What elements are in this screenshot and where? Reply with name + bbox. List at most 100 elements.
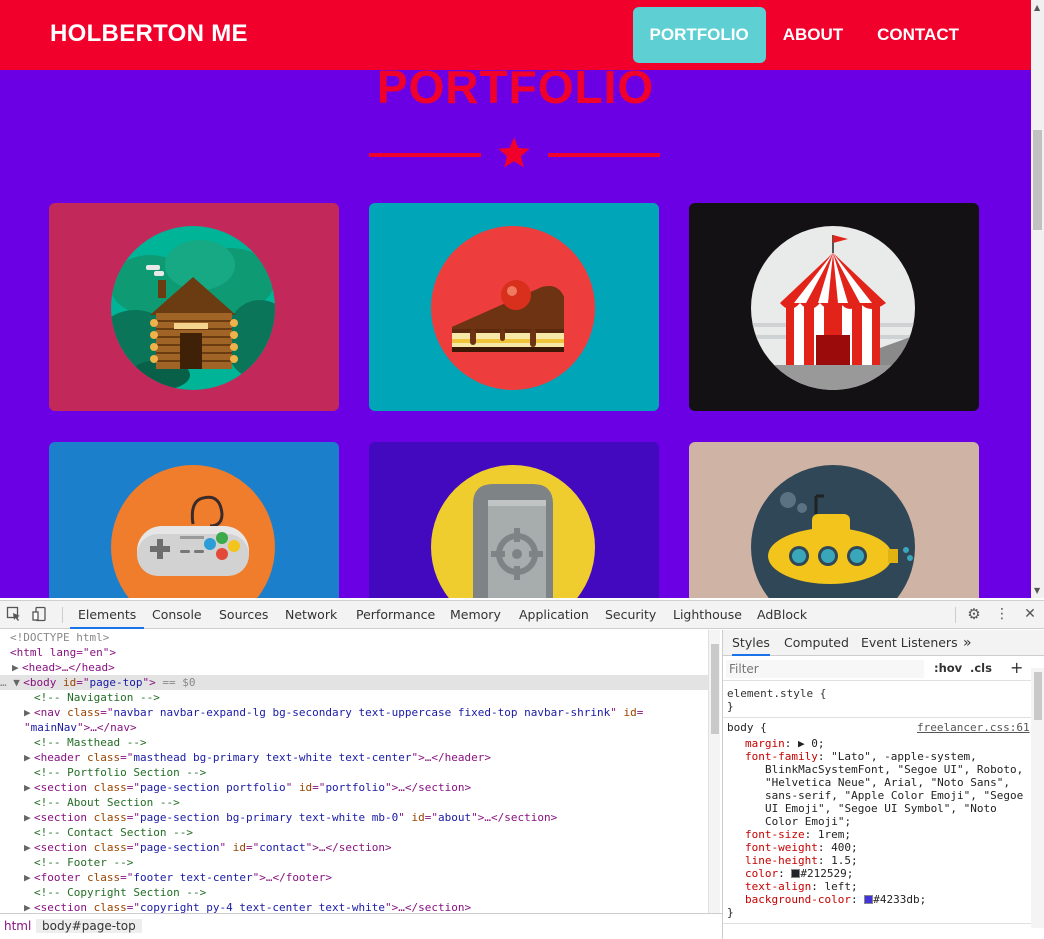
dom-comment-portfolio[interactable]: <!-- Portfolio Section -->	[34, 765, 206, 780]
font-weight-value: 400;	[831, 841, 858, 854]
expand-triangle-icon[interactable]: ▶	[24, 705, 34, 720]
dom-footer[interactable]: ▶ <footer class="footer text-center">…</f…	[24, 870, 332, 885]
collapse-triangle-icon[interactable]: ▼	[13, 675, 23, 690]
doctype-text: <!DOCTYPE html>	[10, 631, 110, 644]
body-rule-close: }	[727, 906, 734, 919]
rule-separator	[723, 717, 1033, 718]
prop-font-size[interactable]: font-size: 1rem;	[745, 828, 851, 841]
portfolio-class-value: page-section portfolio	[139, 781, 286, 794]
prop-text-align[interactable]: text-align: left;	[745, 880, 858, 893]
dom-comment-copyright[interactable]: <!-- Copyright Section -->	[34, 885, 206, 900]
font-size-value: 1rem;	[817, 828, 851, 841]
cake-icon	[431, 226, 595, 390]
dom-comment-about[interactable]: <!-- About Section -->	[34, 795, 180, 810]
comment-text: <!-- Masthead -->	[34, 736, 147, 749]
dom-section-contact[interactable]: ▶ <section class="page-section" id="conta…	[24, 840, 392, 855]
portfolio-item-cabin[interactable]	[49, 203, 339, 411]
elements-scrollbar-thumb[interactable]	[711, 644, 719, 734]
breadcrumb-html[interactable]: html	[4, 919, 31, 933]
font-family-cont-3: sans-serif, "Apple Color Emoji", "Segoe	[765, 789, 1024, 802]
brand-link[interactable]: HOLBERTON ME	[50, 20, 248, 48]
dom-nav-cont[interactable]: "mainNav">…</nav>	[24, 720, 137, 735]
tab-network[interactable]: Network	[285, 601, 337, 629]
tab-console[interactable]: Console	[152, 601, 202, 629]
tab-event-listeners[interactable]: Event Listeners	[861, 630, 958, 656]
elements-scrollbar[interactable]	[708, 630, 720, 913]
background-color-swatch[interactable]	[864, 895, 874, 904]
tab-memory[interactable]: Memory	[450, 601, 501, 629]
nav-link-portfolio[interactable]: PORTFOLIO	[632, 7, 766, 63]
expand-triangle-icon[interactable]: ▶	[12, 660, 22, 675]
inspect-element-icon[interactable]	[6, 606, 22, 622]
styles-scrollbar[interactable]	[1031, 668, 1044, 928]
tab-lighthouse[interactable]: Lighthouse	[673, 601, 742, 629]
styles-scrollbar-thumb[interactable]	[1034, 672, 1042, 720]
body-rule-selector[interactable]: body {	[727, 721, 767, 734]
dom-comment-navigation[interactable]: <!-- Navigation -->	[34, 690, 160, 705]
styles-filter-input[interactable]	[726, 660, 924, 678]
dom-head[interactable]: ▶ <head>…</head>	[12, 660, 115, 675]
tab-styles[interactable]: Styles	[732, 630, 770, 656]
header-class-value: masthead bg-primary text-white text-cent…	[133, 751, 412, 764]
expand-triangle-icon[interactable]: ▶	[24, 750, 34, 765]
margin-value: 0;	[811, 737, 825, 750]
dom-section-portfolio[interactable]: ▶ <section class="page-section portfolio"…	[24, 780, 471, 795]
tab-computed[interactable]: Computed	[784, 630, 849, 656]
more-options-icon[interactable]: ⋮	[994, 606, 1010, 622]
tab-performance[interactable]: Performance	[356, 601, 435, 629]
tab-sources[interactable]: Sources	[219, 601, 268, 629]
breadcrumb-body[interactable]: body#page-top	[36, 919, 142, 933]
tab-security[interactable]: Security	[605, 601, 656, 629]
dom-comment-masthead[interactable]: <!-- Masthead -->	[34, 735, 147, 750]
prop-font-family[interactable]: font-family: "Lato", -apple-system,	[745, 750, 977, 763]
dom-body-selected[interactable]: … ▼ <body id="page-top"> == $0	[0, 675, 195, 690]
dom-section-about[interactable]: ▶ <section class="page-section bg-primary…	[24, 810, 557, 825]
portfolio-item-submarine[interactable]	[689, 442, 979, 598]
prop-color[interactable]: color: #212529;	[745, 867, 853, 880]
line-height-value: 1.5;	[831, 854, 858, 867]
rule-source-link[interactable]: freelancer.css:61	[917, 721, 1030, 734]
dom-doctype[interactable]: <!DOCTYPE html>	[10, 630, 109, 645]
add-style-rule-icon[interactable]: +	[1010, 658, 1023, 677]
cls-toggle[interactable]: .cls	[970, 661, 992, 675]
prop-margin[interactable]: margin: ▶ 0;	[745, 737, 825, 750]
prop-line-height[interactable]: line-height: 1.5;	[745, 854, 858, 867]
expand-triangle-icon[interactable]: ▶	[24, 900, 34, 913]
scroll-down-arrow-icon[interactable]: ▼	[1034, 586, 1040, 595]
dom-section-copyright[interactable]: ▶ <section class="copyright py-4 text-cen…	[24, 900, 471, 913]
portfolio-item-cake[interactable]	[369, 203, 659, 411]
font-family-line: "Lato", -apple-system,	[831, 750, 977, 763]
nav-link-contact[interactable]: CONTACT	[860, 7, 976, 63]
dom-nav[interactable]: ▶ <nav class="navbar navbar-expand-lg bg-…	[24, 705, 643, 720]
nav-link-about[interactable]: ABOUT	[766, 7, 860, 63]
expand-triangle-icon[interactable]: ▶	[24, 870, 34, 885]
more-tabs-icon[interactable]: »	[963, 630, 972, 656]
divider-line-right	[548, 153, 660, 157]
tab-adblock[interactable]: AdBlock	[757, 601, 807, 629]
portfolio-item-game[interactable]	[49, 442, 339, 598]
dom-comment-footer[interactable]: <!-- Footer -->	[34, 855, 133, 870]
hov-toggle[interactable]: :hov	[934, 661, 962, 675]
prop-background-color[interactable]: background-color: #4233db;	[745, 893, 926, 906]
expand-triangle-icon[interactable]: ▶	[24, 780, 34, 795]
expand-triangle-icon[interactable]: ▶	[24, 810, 34, 825]
dom-header[interactable]: ▶ <header class="masthead bg-primary text…	[24, 750, 491, 765]
page-scrollbar-thumb[interactable]	[1033, 130, 1042, 230]
dom-html-open[interactable]: <html lang="en">	[10, 645, 116, 660]
settings-gear-icon[interactable]: ⚙	[966, 606, 982, 622]
portfolio-item-safe[interactable]	[369, 442, 659, 598]
prop-font-weight[interactable]: font-weight: 400;	[745, 841, 858, 854]
dom-comment-contact[interactable]: <!-- Contact Section -->	[34, 825, 193, 840]
element-style-rule[interactable]: element.style {	[727, 687, 826, 700]
close-devtools-icon[interactable]: ✕	[1022, 606, 1038, 622]
tab-elements[interactable]: Elements	[70, 601, 145, 629]
contact-class-value: page-section	[139, 841, 220, 854]
tab-application[interactable]: Application	[519, 601, 589, 629]
device-toolbar-icon[interactable]	[32, 606, 48, 622]
safe-icon	[431, 465, 595, 598]
page-scrollbar[interactable]: ▲ ▼	[1031, 0, 1044, 598]
portfolio-heading: PORTFOLIO	[376, 61, 655, 113]
portfolio-item-circus[interactable]	[689, 203, 979, 411]
expand-triangle-icon[interactable]: ▶	[24, 840, 34, 855]
scroll-up-arrow-icon[interactable]: ▲	[1034, 3, 1040, 12]
